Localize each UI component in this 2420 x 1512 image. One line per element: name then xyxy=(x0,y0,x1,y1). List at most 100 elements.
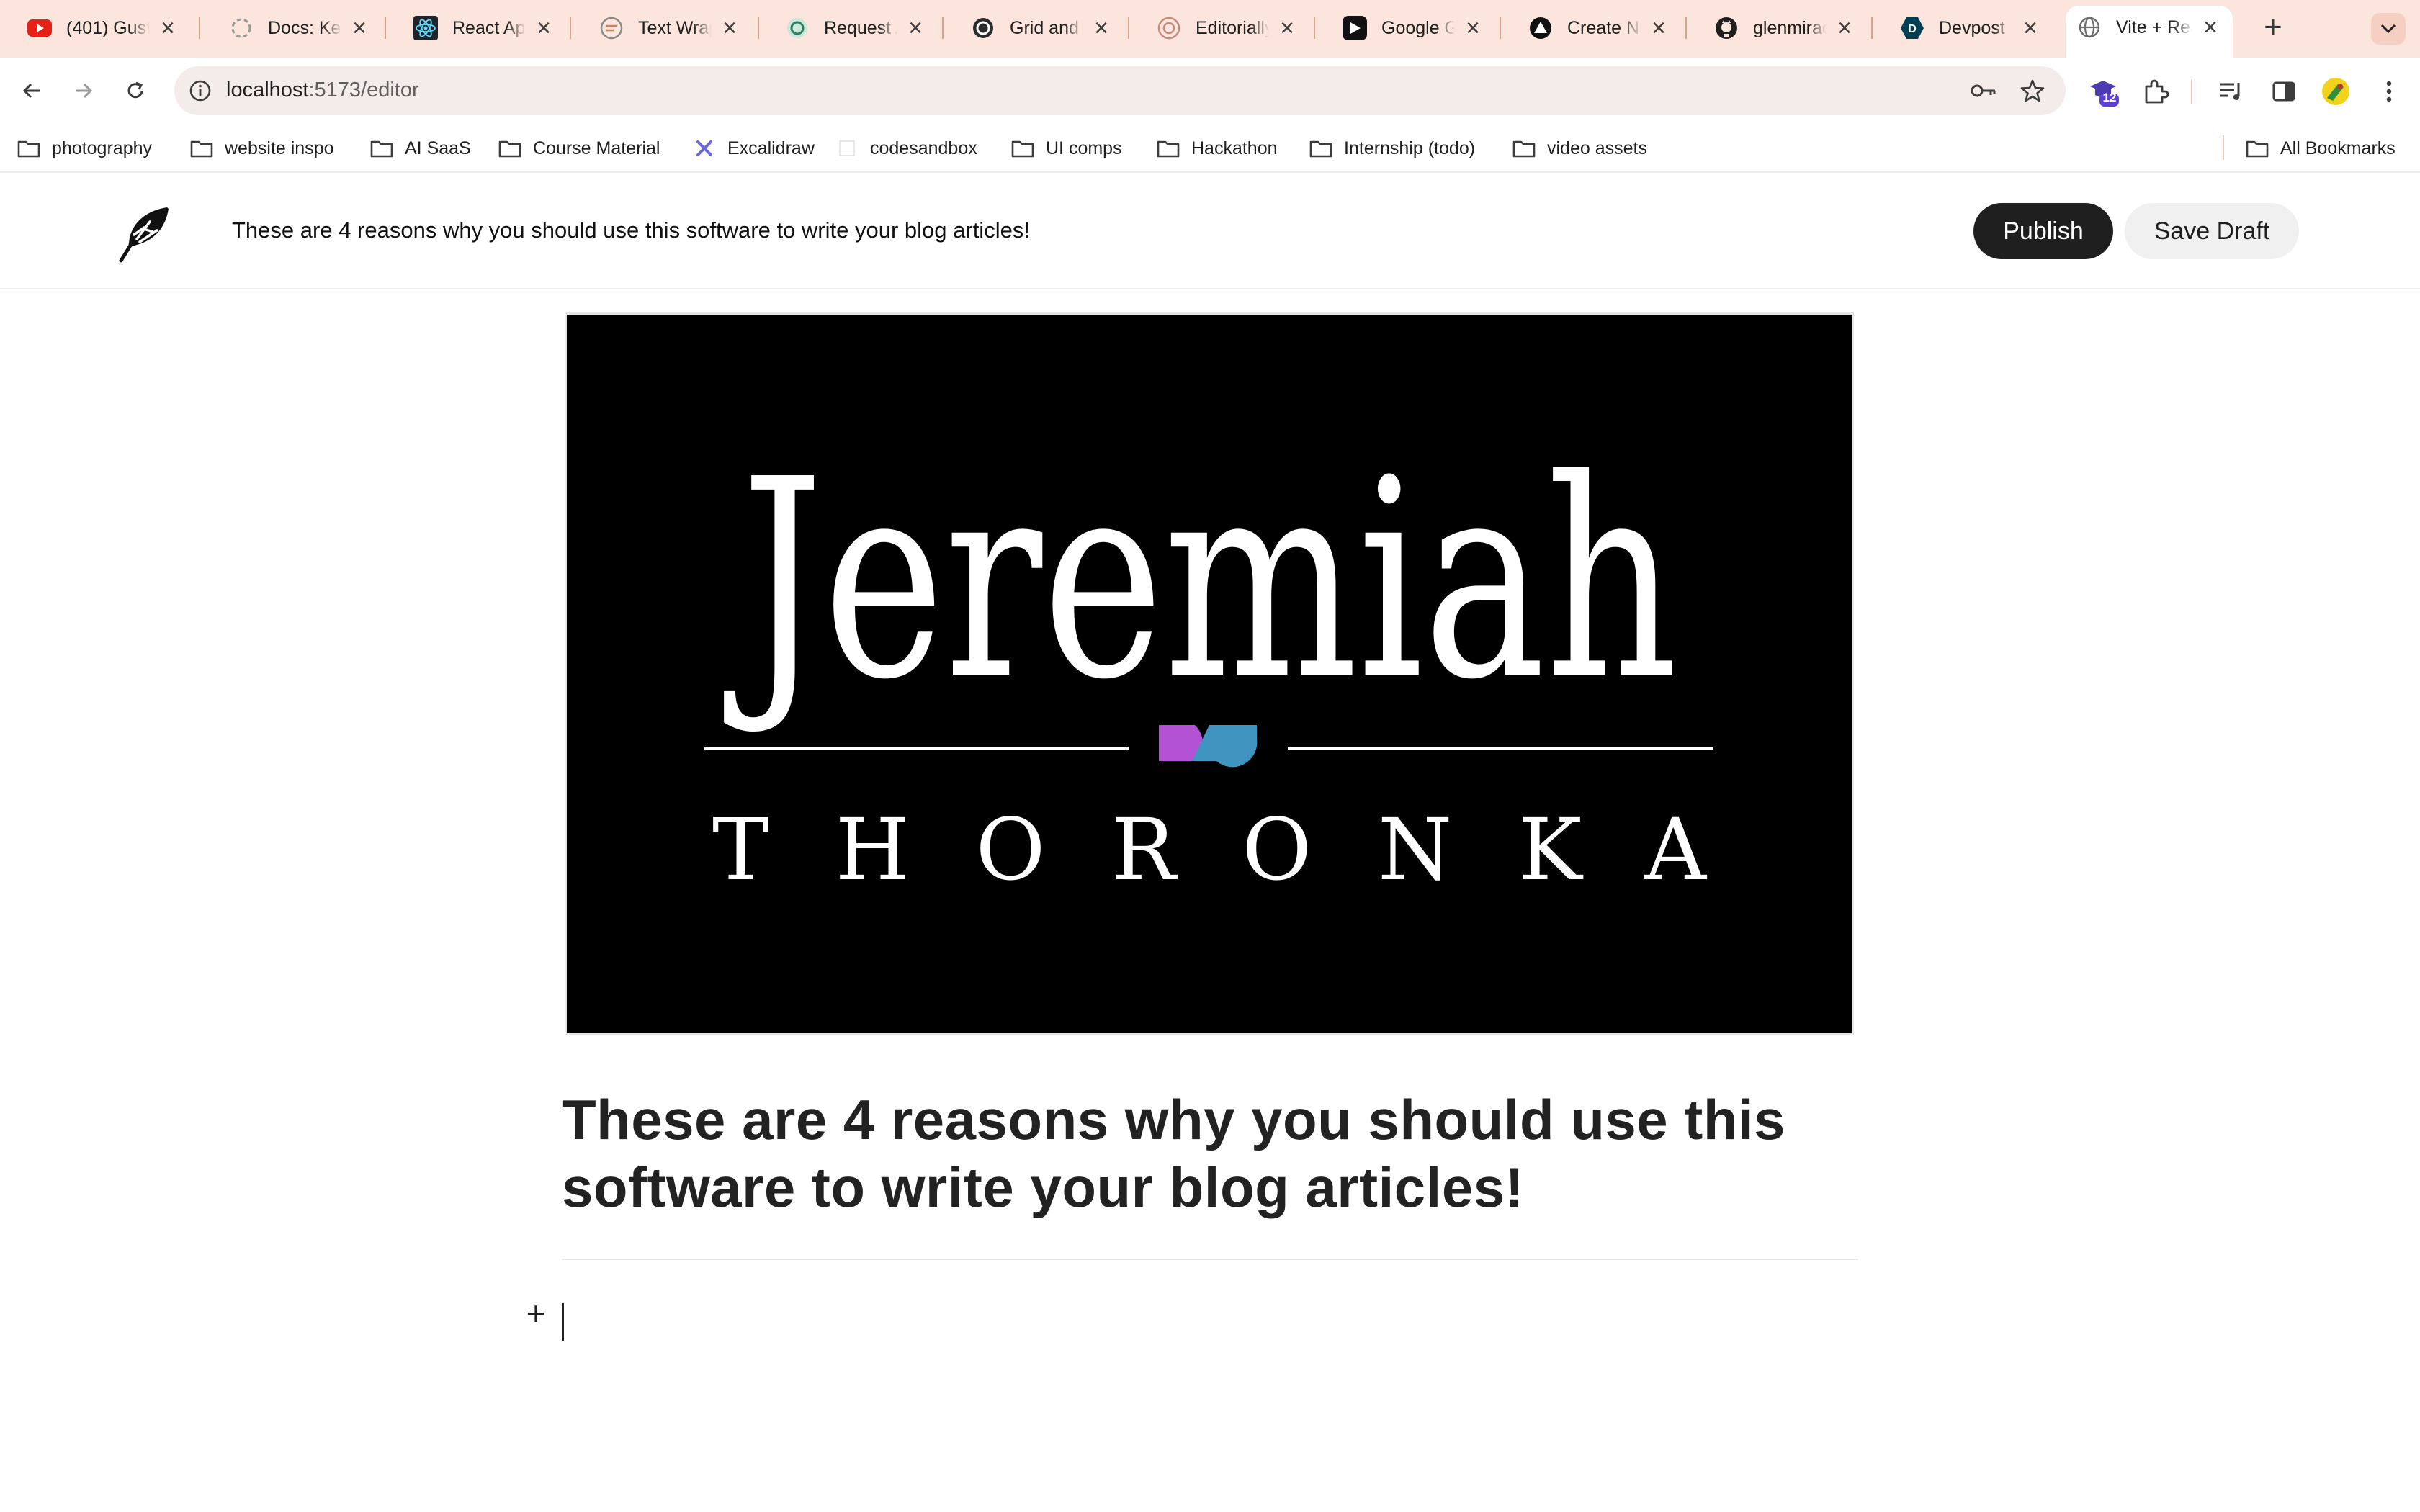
folder-icon xyxy=(1511,135,1537,161)
tab-grid[interactable]: Grid and D × xyxy=(944,7,1128,49)
tab-google-gemini[interactable]: Google Ge × xyxy=(1315,7,1500,49)
bookmark-ui-comps[interactable]: UI comps xyxy=(1010,134,1122,163)
side-panel-button[interactable] xyxy=(2267,75,2300,108)
site-icon xyxy=(1157,16,1181,40)
forward-button[interactable] xyxy=(65,72,102,109)
tab-title: Vite + Rea xyxy=(2116,17,2192,37)
tab-devpost[interactable]: D Devpost × xyxy=(1873,7,2057,49)
bookmark-label: codesandbox xyxy=(870,138,977,158)
address-bar[interactable]: localhost:5173/editor xyxy=(174,66,2066,115)
folder-icon xyxy=(1155,135,1181,161)
new-tab-button[interactable]: + xyxy=(2257,12,2289,43)
close-icon[interactable]: × xyxy=(157,16,179,40)
extension-badge: 12 xyxy=(2102,91,2117,104)
cover-image[interactable]: Jeremiah THORONKA xyxy=(565,312,1854,1035)
bookmark-photography[interactable]: photography xyxy=(16,134,152,163)
close-icon[interactable]: × xyxy=(349,16,370,40)
bookmark-label: All Bookmarks xyxy=(2280,138,2396,158)
close-icon[interactable]: × xyxy=(905,16,926,40)
url-path: :5173/editor xyxy=(308,78,419,102)
react-icon xyxy=(413,16,438,40)
profile-button[interactable] xyxy=(2319,75,2352,108)
tab-react-app[interactable]: React App × xyxy=(386,7,570,49)
close-icon[interactable]: × xyxy=(719,16,740,40)
bookmarks-bar: photography website inspo AI SaaS Course… xyxy=(0,124,2420,173)
password-key-icon[interactable] xyxy=(1969,76,1998,105)
bookmark-label: photography xyxy=(52,138,153,158)
site-icon xyxy=(599,16,624,40)
header-title: These are 4 reasons why you should use t… xyxy=(232,217,1030,243)
tab-vite-react[interactable]: Vite + Rea × xyxy=(2066,6,2233,58)
bookmark-hackathon[interactable]: Hackathon xyxy=(1155,134,1278,163)
devpost-icon: D xyxy=(1900,16,1924,40)
tab-title: Request A xyxy=(824,17,897,38)
close-icon[interactable]: × xyxy=(1648,16,1670,40)
close-icon[interactable]: × xyxy=(533,16,555,40)
browser-menu-button[interactable] xyxy=(2372,75,2406,108)
bookmark-website-inspo[interactable]: website inspo xyxy=(189,134,333,163)
bookmark-codesandbox[interactable]: codesandbox xyxy=(834,134,977,163)
bookmark-excalidraw[interactable]: Excalidraw xyxy=(691,134,815,163)
tab-search-button[interactable] xyxy=(2371,13,2406,45)
bookmark-course-material[interactable]: Course Material xyxy=(497,134,660,163)
folder-icon xyxy=(1010,135,1036,161)
cover-right-rule xyxy=(1288,747,1713,750)
publish-button[interactable]: Publish xyxy=(1973,203,2113,259)
url-host: localhost xyxy=(226,78,309,102)
folder-icon xyxy=(497,135,523,161)
back-arrow-icon xyxy=(22,83,40,99)
tab-title: Create Ne xyxy=(1567,17,1641,38)
cover-left-rule xyxy=(704,747,1129,750)
feather-icon[interactable] xyxy=(115,203,176,264)
bookmark-label: Course Material xyxy=(533,138,660,158)
bookmark-label: Excalidraw xyxy=(727,138,815,158)
tab-docs[interactable]: Docs: Key × xyxy=(202,7,386,49)
bookmark-label: website inspo xyxy=(225,138,334,158)
tab-create-new[interactable]: Create Ne × xyxy=(1501,7,1685,49)
save-draft-button[interactable]: Save Draft xyxy=(2125,203,2299,259)
tab-github[interactable]: glenmirac × xyxy=(1687,7,1871,49)
add-block-button[interactable]: + xyxy=(524,1297,547,1330)
reload-button[interactable] xyxy=(117,72,154,109)
close-icon[interactable]: × xyxy=(1276,16,1298,40)
tab-editorially[interactable]: Editorially × xyxy=(1129,7,1314,49)
bookmark-label: video assets xyxy=(1547,138,1647,158)
all-bookmarks[interactable]: All Bookmarks xyxy=(2244,134,2396,163)
bookmark-video-assets[interactable]: video assets xyxy=(1511,134,1647,163)
media-button[interactable] xyxy=(2214,75,2247,108)
tab-request[interactable]: Request A × xyxy=(758,7,942,49)
tab-title: Google Ge xyxy=(1381,17,1455,38)
tab-title: Text Wrap xyxy=(638,17,712,38)
folder-icon xyxy=(189,135,215,161)
side-panel-icon xyxy=(2272,81,2295,102)
site-icon xyxy=(971,16,995,40)
close-icon[interactable]: × xyxy=(2200,15,2221,40)
title-divider xyxy=(562,1259,1858,1260)
article-title[interactable]: These are 4 reasons why you should use t… xyxy=(562,1086,1858,1221)
codesandbox-icon xyxy=(834,135,860,161)
bookmark-star-icon[interactable] xyxy=(2018,76,2047,105)
close-icon[interactable]: × xyxy=(1834,16,1855,40)
bookmark-label: Internship (todo) xyxy=(1344,138,1476,158)
toolbar-divider xyxy=(2191,79,2192,104)
svg-text:D: D xyxy=(1908,23,1917,35)
close-icon[interactable]: × xyxy=(2020,16,2041,40)
forward-arrow-icon xyxy=(76,83,93,99)
close-icon[interactable]: × xyxy=(1462,16,1484,40)
playlist-icon xyxy=(2220,83,2240,100)
text-cursor[interactable] xyxy=(562,1303,564,1341)
bookmark-ai-saas[interactable]: AI SaaS xyxy=(369,134,471,163)
tab-youtube[interactable]: (401) Gust × xyxy=(0,7,194,49)
vercel-icon xyxy=(1528,16,1553,40)
chevron-down-icon xyxy=(2380,24,2396,34)
folder-icon xyxy=(2244,135,2270,161)
extensions-button[interactable] xyxy=(2139,75,2172,108)
tab-text-wrap[interactable]: Text Wrap × xyxy=(572,7,756,49)
puzzle-icon xyxy=(2145,79,2169,104)
tab-title: glenmirac xyxy=(1753,17,1827,38)
url-text[interactable]: localhost:5173/editor xyxy=(226,78,419,102)
bookmark-internship[interactable]: Internship (todo) xyxy=(1308,134,1475,163)
site-info-icon[interactable] xyxy=(187,78,213,104)
close-icon[interactable]: × xyxy=(1090,16,1112,40)
back-button[interactable] xyxy=(13,72,50,109)
